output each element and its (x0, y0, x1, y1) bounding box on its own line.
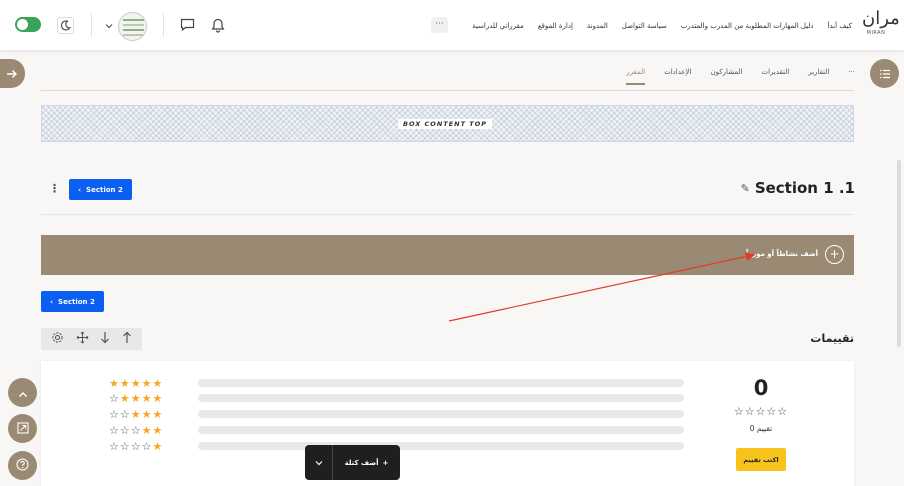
logo-word: MIRAN (866, 30, 886, 36)
plus-icon[interactable]: + (825, 245, 844, 264)
rating-row-5: ★★★★★ (109, 376, 684, 390)
average-stars: ☆☆☆☆☆ (733, 405, 789, 418)
rating-bar (198, 394, 684, 402)
rating-bar (198, 379, 684, 387)
next-section-label: Section 2 (86, 185, 123, 194)
fullscreen-button[interactable] (8, 414, 37, 443)
chevron-left-icon: ‹ (50, 297, 54, 306)
rating-count: 0 تقييم (749, 424, 773, 433)
star-rating: ☆☆☆☆★ (109, 439, 164, 453)
arrow-up-icon[interactable] (122, 331, 132, 347)
move-icon[interactable] (76, 331, 89, 347)
next-section-button[interactable]: ‹ Section 2 (69, 179, 132, 200)
top-bar: مران MIRAN مقرراتي للدراسية إدارة الموقع… (0, 0, 904, 51)
section-title-text: Section 1 .1 (754, 179, 855, 197)
tab-settings[interactable]: الإعدادات (664, 68, 691, 85)
nav-item-my-courses[interactable]: مقرراتي للدراسية (472, 22, 524, 30)
add-block-button[interactable]: أضف كتلة + (333, 459, 400, 467)
rating-row-4: ☆★★★★ (109, 391, 684, 405)
rating-bar (198, 410, 684, 418)
section-title: ✎ Section 1 .1 (741, 179, 855, 197)
tab-course[interactable]: المقرر (626, 68, 646, 85)
nav-item-communication-policy[interactable]: سياسة التواصل (622, 22, 667, 30)
ratings-title: تقييمات (810, 332, 854, 345)
rating-row-2: ☆☆☆★★ (109, 423, 684, 437)
next-section-label: Section 2 (58, 297, 95, 306)
help-button[interactable] (8, 451, 37, 480)
scroll-top-button[interactable] (8, 378, 37, 407)
tab-participants[interactable]: المشاركون (711, 68, 743, 85)
add-block-toolbar: أضف كتلة + (305, 445, 400, 480)
rating-bar (198, 442, 684, 450)
arrow-down-icon[interactable] (100, 331, 110, 347)
star-rating: ★★★★★ (109, 376, 164, 390)
bell-icon[interactable] (210, 17, 226, 33)
write-review-button[interactable]: اكتب تقييم (736, 448, 786, 471)
add-activity-bar[interactable]: أضف نشاطاً أو مورداً + (41, 235, 854, 275)
gear-icon[interactable] (51, 331, 64, 347)
plus-icon: + (382, 458, 389, 467)
arrow-right-icon (6, 64, 18, 83)
chevron-left-icon: ‹ (78, 185, 82, 194)
chevron-down-icon[interactable] (305, 445, 333, 480)
nav-item-skills-guide[interactable]: دليل المهارات المطلوبة من المدرب والمتدر… (681, 22, 814, 30)
dark-mode-toggle[interactable] (15, 17, 41, 32)
average-rating: 0 (753, 376, 769, 400)
tabs-divider (41, 90, 854, 91)
topbar-divider (91, 13, 92, 37)
chat-icon[interactable] (179, 17, 195, 33)
site-logo[interactable]: مران MIRAN (862, 8, 900, 44)
nav-more-button[interactable]: ··· (431, 17, 448, 33)
add-block-label: أضف كتلة (344, 458, 379, 467)
block-tools (41, 328, 142, 350)
tab-grades[interactable]: التقديرات (761, 68, 789, 85)
logo-mark: مران (862, 8, 900, 29)
course-index-toggle[interactable] (870, 59, 899, 88)
chevron-down-icon[interactable] (104, 21, 114, 31)
box-content-top-label: BOX CONTENT TOP (398, 119, 492, 129)
nav-item-site-admin[interactable]: إدارة الموقع (538, 22, 573, 30)
course-tabs: المقرر الإعدادات المشاركون التقديرات الت… (626, 68, 855, 85)
section-divider (41, 214, 854, 215)
expand-icon (16, 419, 29, 438)
next-section-button[interactable]: ‹ Section 2 (41, 291, 104, 312)
star-rating: ☆★★★★ (109, 391, 164, 405)
pencil-icon[interactable]: ✎ (741, 182, 750, 195)
drawer-toggle-left[interactable] (0, 59, 25, 88)
chevron-up-icon (18, 383, 28, 402)
topbar-divider (163, 13, 164, 37)
nav-item-how-to-start[interactable]: كيف أبدأ (828, 22, 852, 30)
page-scrollbar[interactable] (897, 160, 901, 347)
add-activity-label: أضف نشاطاً أو مورداً (746, 250, 818, 258)
tab-more[interactable]: ··· (848, 68, 855, 85)
moon-icon[interactable] (57, 17, 74, 34)
list-icon (879, 64, 891, 83)
rating-bar (198, 426, 684, 434)
user-avatar[interactable] (118, 12, 147, 41)
star-rating: ☆☆★★★ (109, 407, 164, 421)
tab-reports[interactable]: التقارير (808, 68, 829, 85)
main-nav: مقرراتي للدراسية إدارة الموقع المدونة سي… (472, 0, 852, 51)
nav-item-blog[interactable]: المدونة (587, 22, 608, 30)
rating-row-3: ☆☆★★★ (109, 407, 684, 421)
star-rating: ☆☆☆★★ (109, 423, 164, 437)
kebab-menu-icon[interactable]: ⋮ (49, 182, 60, 195)
help-icon (16, 456, 29, 475)
